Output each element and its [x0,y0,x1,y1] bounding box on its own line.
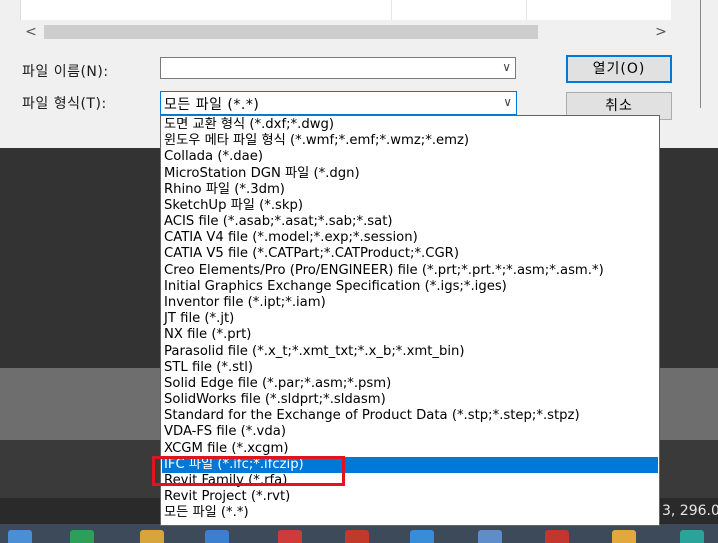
filetype-selected-value: 모든 파일 (*.*) [164,97,260,113]
filetype-option[interactable]: XCGM file (*.xcgm) [162,441,658,457]
filetype-option[interactable]: Standard for the Exchange of Product Dat… [162,408,658,424]
chevron-down-icon[interactable]: ∨ [503,95,512,109]
filename-label: 파일 이름(N): [22,64,109,80]
filetype-option[interactable]: CATIA V4 file (*.model;*.exp;*.session) [162,230,658,246]
taskbar-app-icon[interactable] [410,530,434,543]
filetype-option[interactable]: MicroStation DGN 파일 (*.dgn) [162,166,658,182]
filetype-option[interactable]: Rhino 파일 (*.3dm) [162,182,658,198]
filetype-select[interactable]: 모든 파일 (*.*) ∨ [160,91,517,115]
taskbar-app-icon[interactable] [140,530,164,543]
horizontal-scrollbar[interactable]: < > [20,22,672,42]
taskbar-app-icon[interactable] [205,530,229,543]
filetype-option[interactable]: Inventor file (*.ipt;*.iam) [162,295,658,311]
filetype-option[interactable]: VDA-FS file (*.vda) [162,424,658,440]
filetype-option[interactable]: 모든 파일 (*.*) [162,505,658,521]
scroll-right-icon[interactable]: > [650,22,672,42]
file-list-view[interactable] [20,0,671,20]
open-button[interactable]: 열기(O) [566,55,672,83]
annotation-highlight-box [152,456,345,486]
filetype-option[interactable]: SketchUp 파일 (*.skp) [162,198,658,214]
taskbar-app-icon[interactable] [545,530,569,543]
chevron-down-icon[interactable]: ∨ [502,60,511,74]
edge-divider [700,0,701,108]
filetype-option[interactable]: 도면 교환 형식 (*.dxf;*.dwg) [162,117,658,133]
filetype-option[interactable]: Initial Graphics Exchange Specification … [162,279,658,295]
taskbar-app-icon[interactable] [8,530,32,543]
filetype-option[interactable]: CATIA V5 file (*.CATPart;*.CATProduct;*.… [162,246,658,262]
column-divider [526,0,527,20]
taskbar-app-icon[interactable] [345,530,369,543]
filetype-option[interactable]: Revit Project (*.rvt) [162,489,658,505]
taskbar-app-icon[interactable] [680,530,704,543]
filetype-option[interactable]: Parasolid file (*.x_t;*.xmt_txt;*.x_b;*.… [162,344,658,360]
window-edge [700,0,718,148]
filetype-option[interactable]: Solid Edge file (*.par;*.asm;*.psm) [162,376,658,392]
filetype-option[interactable]: SolidWorks file (*.sldprt;*.sldasm) [162,392,658,408]
taskbar-app-icon[interactable] [278,530,302,543]
filetype-option[interactable]: Collada (*.dae) [162,149,658,165]
filetype-option[interactable]: ACIS file (*.asab;*.asat;*.sab;*.sat) [162,214,658,230]
scrollbar-thumb[interactable] [44,25,538,39]
taskbar-app-icon[interactable] [612,530,636,543]
scroll-left-icon[interactable]: < [20,22,42,42]
filetype-option[interactable]: STL file (*.stl) [162,360,658,376]
column-divider [391,0,392,20]
filename-combobox[interactable]: ∨ [160,57,516,79]
taskbar-app-icon[interactable] [70,530,94,543]
status-coordinates: 3, 296.0 [662,503,718,519]
filetype-option[interactable]: JT file (*.jt) [162,311,658,327]
filetype-option[interactable]: 윈도우 메타 파일 형식 (*.wmf;*.emf;*.wmz;*.emz) [162,133,658,149]
filetype-option[interactable]: NX file (*.prt) [162,327,658,343]
filetype-label: 파일 형식(T): [22,96,107,112]
taskbar-app-icon[interactable] [478,530,502,543]
filetype-option[interactable]: Creo Elements/Pro (Pro/ENGINEER) file (*… [162,263,658,279]
